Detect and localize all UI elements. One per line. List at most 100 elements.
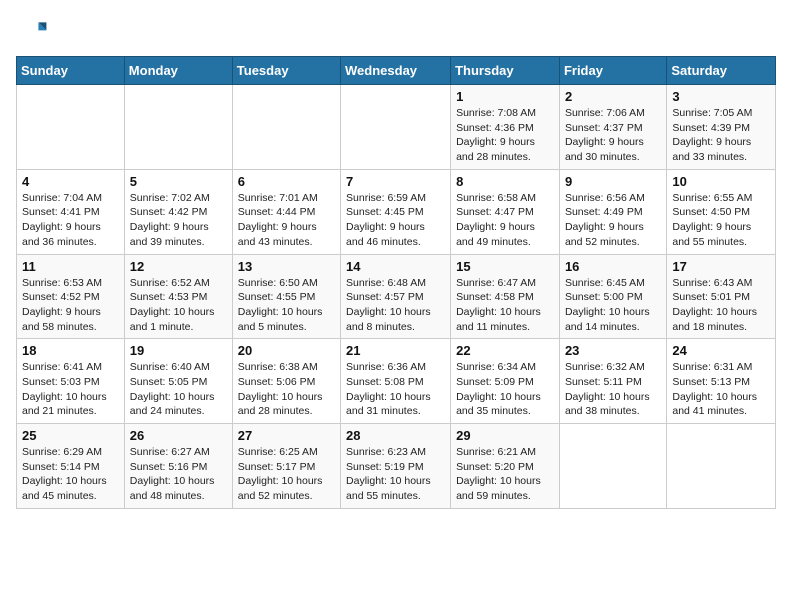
day-info: Sunrise: 6:31 AM Sunset: 5:13 PM Dayligh… xyxy=(672,360,770,419)
day-cell: 29 Sunrise: 6:21 AM Sunset: 5:20 PM Dayli… xyxy=(451,424,560,509)
day-cell: 19 Sunrise: 6:40 AM Sunset: 5:05 PM Dayli… xyxy=(124,339,232,424)
day-cell: 25Sunrise: 6:29 AM Sunset: 5:14 PM Dayli… xyxy=(17,424,125,509)
day-number: 6 xyxy=(238,174,335,189)
day-cell: 14 Sunrise: 6:48 AM Sunset: 4:57 PM Dayli… xyxy=(341,254,451,339)
day-info: Sunrise: 7:01 AM Sunset: 4:44 PM Dayligh… xyxy=(238,191,335,250)
column-header-sunday: Sunday xyxy=(17,57,125,85)
day-cell: 10 Sunrise: 6:55 AM Sunset: 4:50 PM Dayli… xyxy=(667,169,776,254)
week-row-3: 11 Sunrise: 6:53 AM Sunset: 4:52 PM Dayli… xyxy=(17,254,776,339)
day-info: Sunrise: 6:34 AM Sunset: 5:09 PM Dayligh… xyxy=(456,360,554,419)
day-info: Sunrise: 6:43 AM Sunset: 5:01 PM Dayligh… xyxy=(672,276,770,335)
day-cell: 28Sunrise: 6:23 AM Sunset: 5:19 PM Dayli… xyxy=(341,424,451,509)
day-cell: 15 Sunrise: 6:47 AM Sunset: 4:58 PM Dayli… xyxy=(451,254,560,339)
day-cell: 11 Sunrise: 6:53 AM Sunset: 4:52 PM Dayli… xyxy=(17,254,125,339)
day-cell xyxy=(559,424,666,509)
day-info: Sunrise: 7:04 AM Sunset: 4:41 PM Dayligh… xyxy=(22,191,119,250)
day-number: 19 xyxy=(130,343,227,358)
day-cell: 22 Sunrise: 6:34 AM Sunset: 5:09 PM Dayli… xyxy=(451,339,560,424)
day-info: Sunrise: 6:52 AM Sunset: 4:53 PM Dayligh… xyxy=(130,276,227,335)
calendar-table: SundayMondayTuesdayWednesdayThursdayFrid… xyxy=(16,56,776,509)
day-number: 1 xyxy=(456,89,554,104)
day-number: 15 xyxy=(456,259,554,274)
day-info: Sunrise: 6:56 AM Sunset: 4:49 PM Dayligh… xyxy=(565,191,661,250)
day-number: 21 xyxy=(346,343,445,358)
day-cell: 16 Sunrise: 6:45 AM Sunset: 5:00 PM Dayli… xyxy=(559,254,666,339)
day-info: Sunrise: 6:47 AM Sunset: 4:58 PM Dayligh… xyxy=(456,276,554,335)
day-number: 10 xyxy=(672,174,770,189)
day-info: Sunrise: 6:50 AM Sunset: 4:55 PM Dayligh… xyxy=(238,276,335,335)
column-header-wednesday: Wednesday xyxy=(341,57,451,85)
day-number: 24 xyxy=(672,343,770,358)
day-info: Sunrise: 7:05 AM Sunset: 4:39 PM Dayligh… xyxy=(672,106,770,165)
day-info: Sunrise: 6:27 AM Sunset: 5:16 PM Dayligh… xyxy=(130,445,227,504)
week-row-2: 4 Sunrise: 7:04 AM Sunset: 4:41 PM Daylig… xyxy=(17,169,776,254)
day-number: 7 xyxy=(346,174,445,189)
day-cell xyxy=(17,85,125,170)
day-info: Sunrise: 6:21 AM Sunset: 5:20 PM Dayligh… xyxy=(456,445,554,504)
day-info: Sunrise: 6:36 AM Sunset: 5:08 PM Dayligh… xyxy=(346,360,445,419)
day-number: 11 xyxy=(22,259,119,274)
day-cell: 21 Sunrise: 6:36 AM Sunset: 5:08 PM Dayli… xyxy=(341,339,451,424)
week-row-1: 1 Sunrise: 7:08 AM Sunset: 4:36 PM Daylig… xyxy=(17,85,776,170)
day-cell: 26Sunrise: 6:27 AM Sunset: 5:16 PM Dayli… xyxy=(124,424,232,509)
day-cell: 8Sunrise: 6:58 AM Sunset: 4:47 PM Daylig… xyxy=(451,169,560,254)
day-info: Sunrise: 6:48 AM Sunset: 4:57 PM Dayligh… xyxy=(346,276,445,335)
day-number: 22 xyxy=(456,343,554,358)
day-number: 3 xyxy=(672,89,770,104)
day-cell: 3 Sunrise: 7:05 AM Sunset: 4:39 PM Daylig… xyxy=(667,85,776,170)
day-cell: 4 Sunrise: 7:04 AM Sunset: 4:41 PM Daylig… xyxy=(17,169,125,254)
day-info: Sunrise: 6:38 AM Sunset: 5:06 PM Dayligh… xyxy=(238,360,335,419)
column-header-saturday: Saturday xyxy=(667,57,776,85)
calendar-header: SundayMondayTuesdayWednesdayThursdayFrid… xyxy=(17,57,776,85)
day-cell: 24 Sunrise: 6:31 AM Sunset: 5:13 PM Dayli… xyxy=(667,339,776,424)
day-number: 23 xyxy=(565,343,661,358)
day-cell: 6 Sunrise: 7:01 AM Sunset: 4:44 PM Daylig… xyxy=(232,169,340,254)
column-header-thursday: Thursday xyxy=(451,57,560,85)
day-number: 29 xyxy=(456,428,554,443)
day-cell: 2Sunrise: 7:06 AM Sunset: 4:37 PM Daylig… xyxy=(559,85,666,170)
day-info: Sunrise: 6:45 AM Sunset: 5:00 PM Dayligh… xyxy=(565,276,661,335)
day-number: 12 xyxy=(130,259,227,274)
day-cell xyxy=(232,85,340,170)
day-info: Sunrise: 6:55 AM Sunset: 4:50 PM Dayligh… xyxy=(672,191,770,250)
day-info: Sunrise: 6:40 AM Sunset: 5:05 PM Dayligh… xyxy=(130,360,227,419)
day-number: 5 xyxy=(130,174,227,189)
day-cell: 12 Sunrise: 6:52 AM Sunset: 4:53 PM Dayli… xyxy=(124,254,232,339)
day-cell: 7 Sunrise: 6:59 AM Sunset: 4:45 PM Daylig… xyxy=(341,169,451,254)
day-info: Sunrise: 7:06 AM Sunset: 4:37 PM Dayligh… xyxy=(565,106,661,165)
column-header-monday: Monday xyxy=(124,57,232,85)
day-number: 13 xyxy=(238,259,335,274)
day-info: Sunrise: 6:25 AM Sunset: 5:17 PM Dayligh… xyxy=(238,445,335,504)
day-info: Sunrise: 6:53 AM Sunset: 4:52 PM Dayligh… xyxy=(22,276,119,335)
logo-icon xyxy=(16,16,48,48)
day-cell: 20 Sunrise: 6:38 AM Sunset: 5:06 PM Dayli… xyxy=(232,339,340,424)
day-cell: 5 Sunrise: 7:02 AM Sunset: 4:42 PM Daylig… xyxy=(124,169,232,254)
day-cell: 17 Sunrise: 6:43 AM Sunset: 5:01 PM Dayli… xyxy=(667,254,776,339)
day-number: 4 xyxy=(22,174,119,189)
logo xyxy=(16,16,52,48)
day-cell: 13 Sunrise: 6:50 AM Sunset: 4:55 PM Dayli… xyxy=(232,254,340,339)
day-cell xyxy=(124,85,232,170)
day-info: Sunrise: 6:59 AM Sunset: 4:45 PM Dayligh… xyxy=(346,191,445,250)
day-number: 16 xyxy=(565,259,661,274)
day-info: Sunrise: 6:41 AM Sunset: 5:03 PM Dayligh… xyxy=(22,360,119,419)
day-cell xyxy=(667,424,776,509)
day-number: 8 xyxy=(456,174,554,189)
week-row-5: 25Sunrise: 6:29 AM Sunset: 5:14 PM Dayli… xyxy=(17,424,776,509)
week-row-4: 18 Sunrise: 6:41 AM Sunset: 5:03 PM Dayli… xyxy=(17,339,776,424)
day-info: Sunrise: 7:02 AM Sunset: 4:42 PM Dayligh… xyxy=(130,191,227,250)
day-cell xyxy=(341,85,451,170)
page-header xyxy=(16,16,776,48)
day-number: 20 xyxy=(238,343,335,358)
column-header-tuesday: Tuesday xyxy=(232,57,340,85)
day-number: 18 xyxy=(22,343,119,358)
day-info: Sunrise: 6:23 AM Sunset: 5:19 PM Dayligh… xyxy=(346,445,445,504)
day-cell: 18 Sunrise: 6:41 AM Sunset: 5:03 PM Dayli… xyxy=(17,339,125,424)
day-cell: 1 Sunrise: 7:08 AM Sunset: 4:36 PM Daylig… xyxy=(451,85,560,170)
day-number: 14 xyxy=(346,259,445,274)
day-info: Sunrise: 7:08 AM Sunset: 4:36 PM Dayligh… xyxy=(456,106,554,165)
day-number: 17 xyxy=(672,259,770,274)
day-cell: 27Sunrise: 6:25 AM Sunset: 5:17 PM Dayli… xyxy=(232,424,340,509)
column-header-friday: Friday xyxy=(559,57,666,85)
day-cell: 23Sunrise: 6:32 AM Sunset: 5:11 PM Dayli… xyxy=(559,339,666,424)
